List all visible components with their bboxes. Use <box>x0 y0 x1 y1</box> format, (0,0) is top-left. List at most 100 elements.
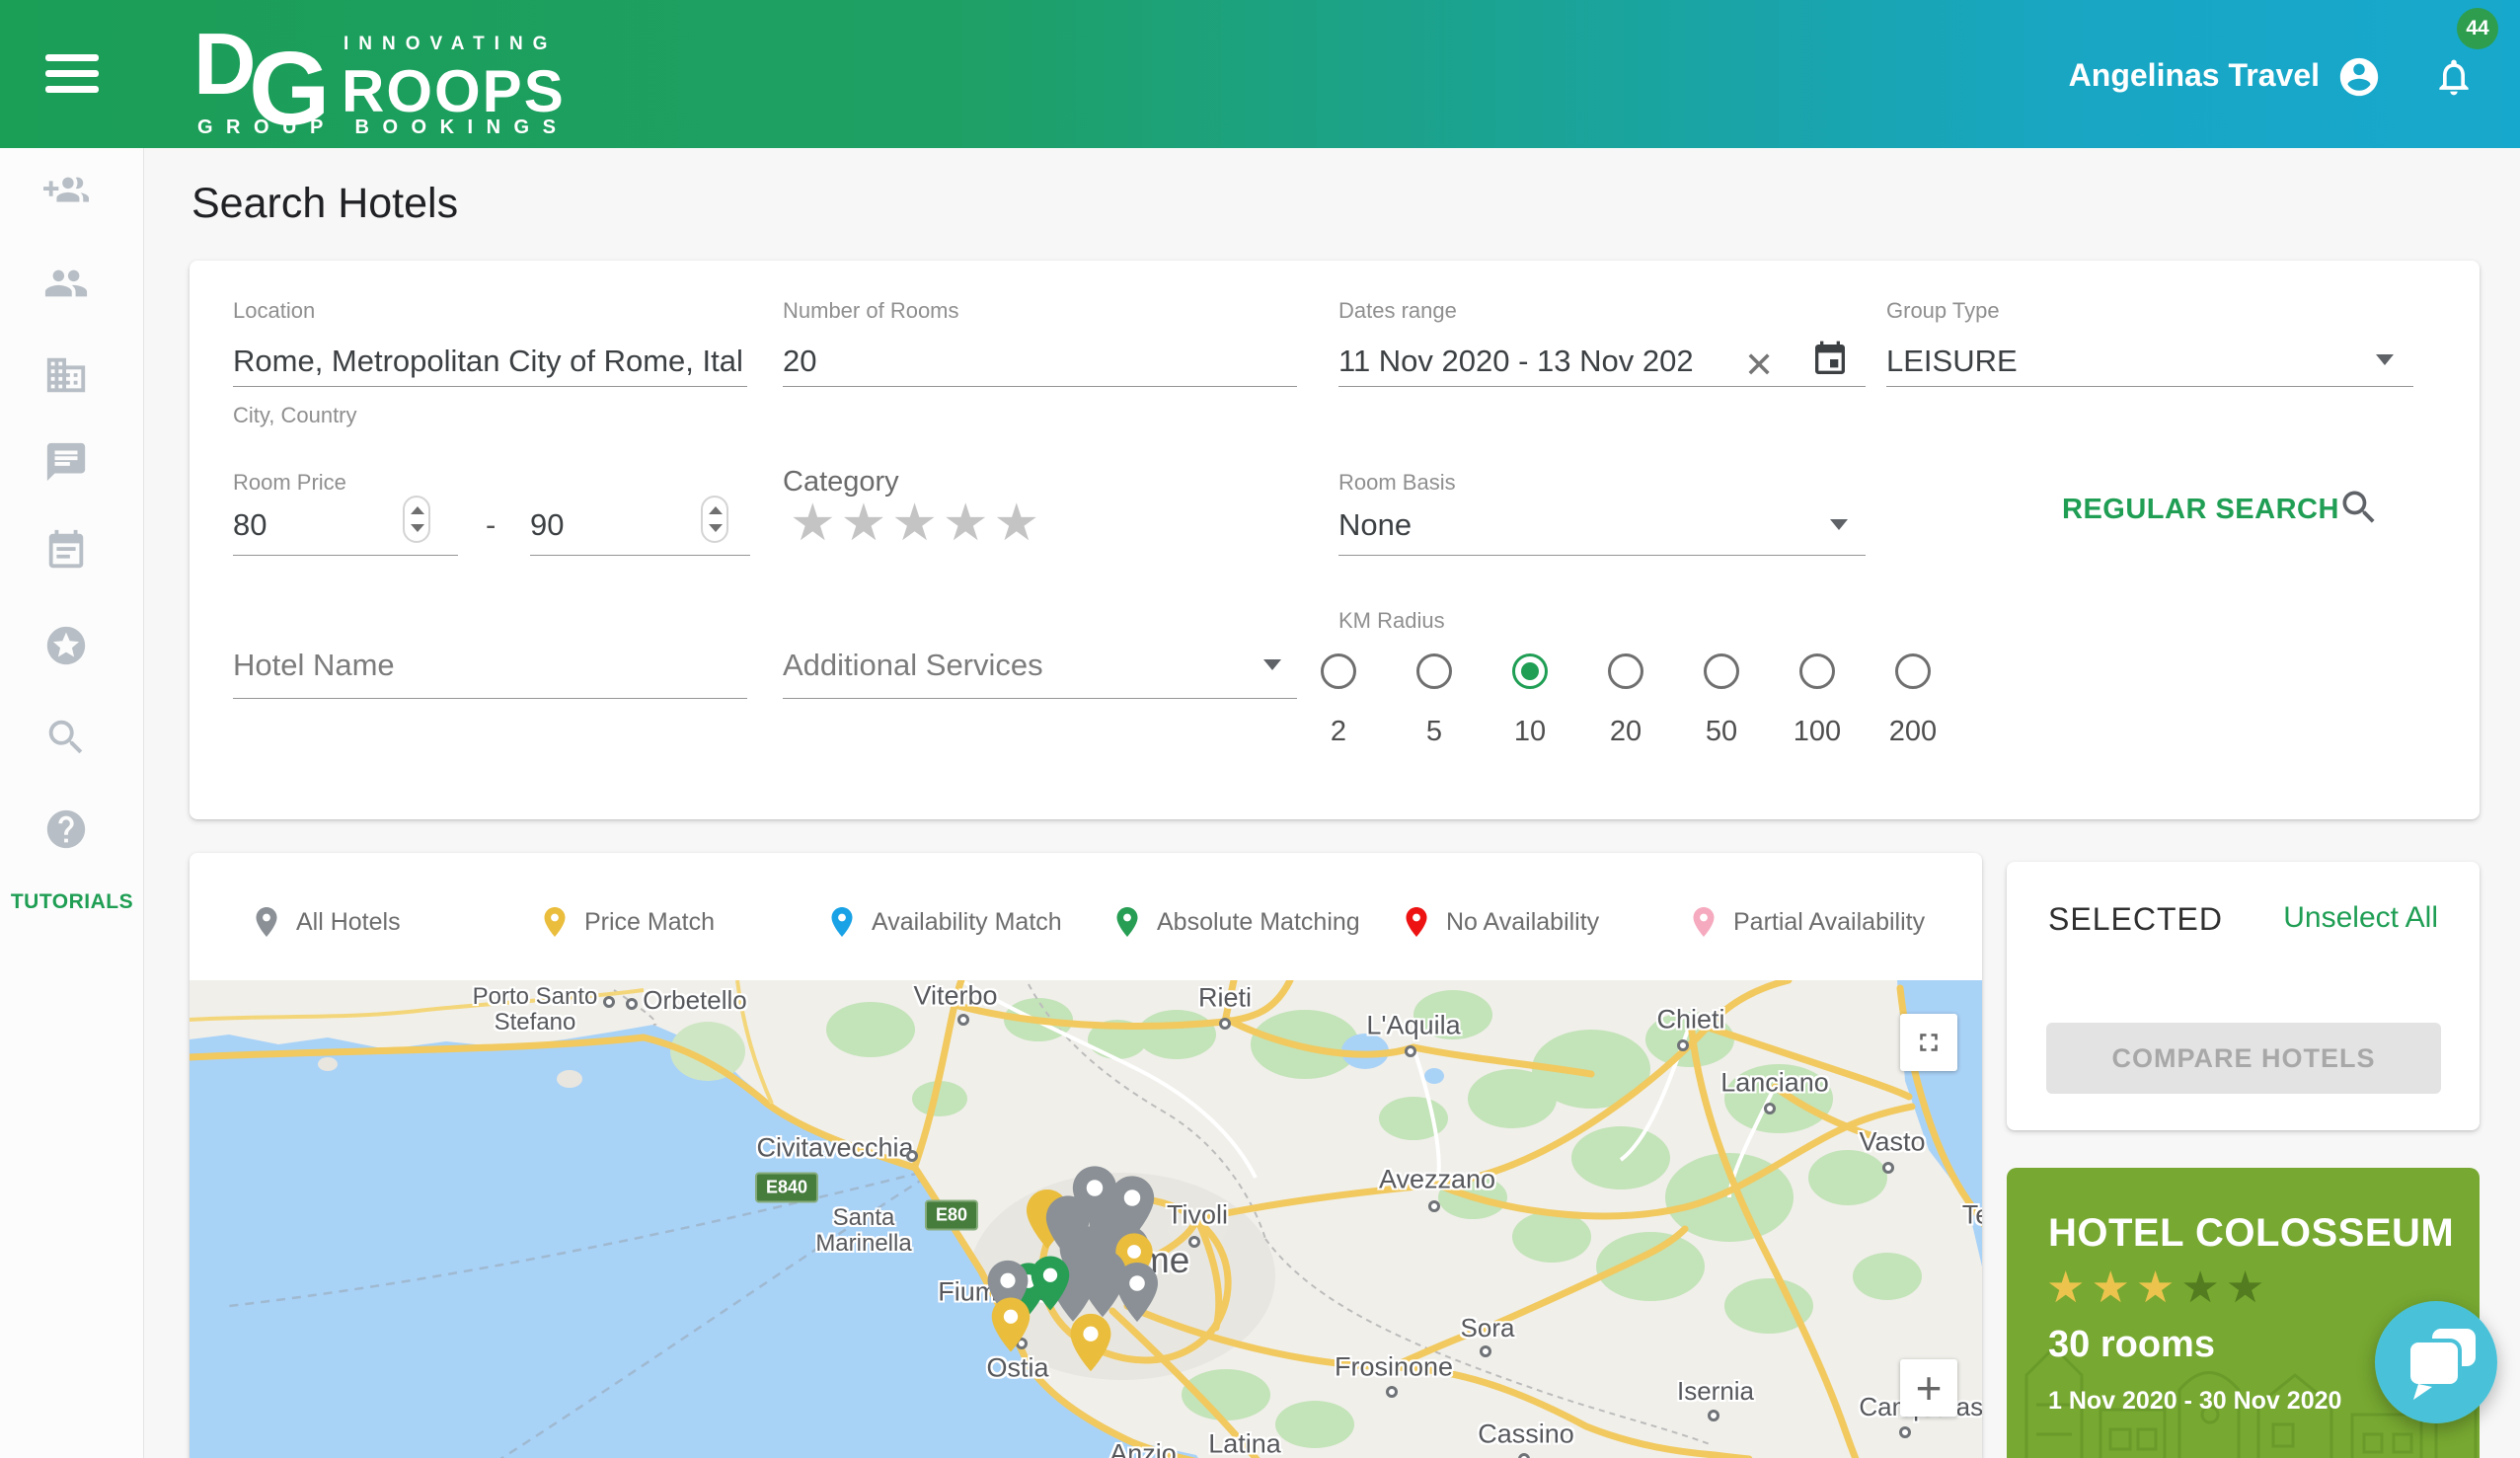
hotel-name-input[interactable]: Hotel Name <box>233 648 395 683</box>
calendar-picker-icon[interactable] <box>1810 340 1850 381</box>
regular-search-button[interactable]: REGULAR SEARCH <box>2062 494 2339 526</box>
hotel-pin-yellow[interactable] <box>1056 1308 1125 1382</box>
messages-icon[interactable] <box>43 439 89 485</box>
radio-label: 20 <box>1578 716 1673 748</box>
location-helper: City, Country <box>233 403 357 428</box>
dates-input[interactable]: 11 Nov 2020 - 13 Nov 202 <box>1338 344 1694 379</box>
legend-item-blue-pin: Availability Match <box>824 896 1062 948</box>
selected-panel: SELECTED Unselect All COMPARE HOTELS <box>2007 862 2480 1130</box>
km-radius-label: KM Radius <box>1338 608 1445 634</box>
hotel-rooms: 30 rooms <box>2048 1324 2215 1366</box>
app-header: D G INNOVATING ROOPS GROUP BOOKINGS Ange… <box>0 0 2520 148</box>
km-radius-option-10[interactable]: 10 <box>1483 653 1577 748</box>
star-dark-icon: ★ <box>2226 1264 2270 1312</box>
location-input[interactable]: Rome, Metropolitan City of Rome, Ital <box>233 344 743 379</box>
logo-letter-d: D <box>193 14 253 115</box>
chat-widget-button[interactable] <box>2375 1301 2497 1423</box>
radio-icon[interactable] <box>1608 653 1643 689</box>
price-min-stepper[interactable] <box>403 496 430 543</box>
menu-icon[interactable] <box>45 54 99 96</box>
group-type-select[interactable]: LEISURE <box>1886 344 2018 379</box>
km-radius-option-100[interactable]: 100 <box>1770 653 1865 748</box>
star-gold-icon: ★ <box>2046 1264 2091 1312</box>
help-icon[interactable] <box>43 806 89 852</box>
radio-label: 2 <box>1291 716 1386 748</box>
map-zoom-in-button[interactable]: + <box>1900 1359 1957 1417</box>
additional-services-arrow-icon[interactable] <box>1263 659 1281 670</box>
group-type-label: Group Type <box>1886 298 2000 324</box>
legend-item-red-pin: No Availability <box>1399 896 1599 948</box>
map-card: All Hotels Price Match Availability Matc… <box>190 853 1982 1458</box>
category-star-icon[interactable]: ★ <box>943 495 989 552</box>
star-gold-icon: ★ <box>2091 1264 2135 1312</box>
radio-icon[interactable] <box>1416 653 1452 689</box>
rooms-label: Number of Rooms <box>783 298 959 324</box>
notifications-bell-icon[interactable] <box>2432 55 2476 99</box>
legend-label: All Hotels <box>296 908 401 937</box>
km-radius-option-50[interactable]: 50 <box>1674 653 1769 748</box>
page-title: Search Hotels <box>191 180 458 228</box>
legend-item-gray-pin: All Hotels <box>249 896 401 948</box>
hotels-icon[interactable] <box>43 352 89 398</box>
regular-search-magnifier-ic[interactable] <box>2337 486 2381 529</box>
radio-icon[interactable] <box>1704 653 1739 689</box>
room-price-max-input[interactable]: 90 <box>530 507 564 543</box>
star-dark-icon: ★ <box>2180 1264 2225 1312</box>
map[interactable]: Porto SantoStefanoOrbetelloViterboRietiL… <box>190 980 1982 1458</box>
category-star-icon[interactable]: ★ <box>891 495 938 552</box>
hotel-pin-yellow[interactable] <box>978 1292 1043 1362</box>
room-price-min-input[interactable]: 80 <box>233 507 267 543</box>
category-star-icon[interactable]: ★ <box>994 495 1040 552</box>
radio-icon[interactable] <box>1895 653 1931 689</box>
radio-label: 200 <box>1866 716 1960 748</box>
logo-innovating-text: INNOVATING <box>344 34 557 55</box>
search-form-card: Location Rome, Metropolitan City of Rome… <box>190 261 2480 819</box>
category-star-icon[interactable]: ★ <box>790 495 836 552</box>
groups-icon[interactable] <box>43 261 89 306</box>
price-max-stepper[interactable] <box>701 496 728 543</box>
category-star-icon[interactable]: ★ <box>841 495 887 552</box>
legend-item-yellow-pin: Price Match <box>537 896 715 948</box>
clear-dates-icon[interactable]: ✕ <box>1744 347 1774 383</box>
hotel-star-rating: ★★★★★ <box>2046 1263 2270 1313</box>
radio-label: 10 <box>1483 716 1577 748</box>
radio-label: 50 <box>1674 716 1769 748</box>
radio-icon[interactable] <box>1512 653 1548 689</box>
radio-icon[interactable] <box>1321 653 1356 689</box>
compare-hotels-button[interactable]: COMPARE HOTELS <box>2046 1023 2441 1094</box>
room-basis-arrow-icon[interactable] <box>1830 519 1848 530</box>
legend-label: Price Match <box>584 908 715 937</box>
favorites-star-icon[interactable] <box>43 623 89 668</box>
account-name[interactable]: Angelinas Travel <box>1974 57 2320 94</box>
calendar-icon[interactable] <box>43 528 89 574</box>
radio-label: 100 <box>1770 716 1865 748</box>
unselect-all-button[interactable]: Unselect All <box>2283 901 2438 935</box>
search-icon[interactable] <box>43 715 89 760</box>
account-icon[interactable] <box>2336 54 2382 100</box>
room-basis-select[interactable]: None <box>1338 507 1412 543</box>
rooms-input[interactable]: 20 <box>783 344 816 379</box>
km-radius-option-20[interactable]: 20 <box>1578 653 1673 748</box>
group-type-arrow-icon[interactable] <box>2376 354 2394 365</box>
price-separator: - <box>486 507 496 543</box>
sidebar-item-tutorials[interactable]: TUTORIALS <box>0 890 144 914</box>
radio-icon[interactable] <box>1799 653 1835 689</box>
km-radius-option-2[interactable]: 2 <box>1291 653 1386 748</box>
additional-services-select[interactable]: Additional Services <box>783 648 1043 683</box>
hotel-name: HOTEL COLOSSEUM <box>2048 1211 2454 1256</box>
add-group-icon[interactable] <box>43 168 89 213</box>
sidebar: TUTORIALS <box>0 148 144 1458</box>
notification-count-badge: 44 <box>2457 8 2498 49</box>
legend-label: Partial Availability <box>1733 908 1925 937</box>
category-star-rating[interactable]: ★★★★★ <box>790 494 1044 553</box>
map-fullscreen-button[interactable] <box>1900 1014 1957 1071</box>
dates-label: Dates range <box>1338 298 1457 324</box>
km-radius-option-200[interactable]: 200 <box>1866 653 1960 748</box>
brand-logo: D G INNOVATING ROOPS GROUP BOOKINGS <box>193 12 618 138</box>
km-radius-option-5[interactable]: 5 <box>1387 653 1482 748</box>
selected-title: SELECTED <box>2048 901 2223 938</box>
map-pins <box>190 980 1982 1458</box>
hotel-dates: 1 Nov 2020 - 30 Nov 2020 <box>2048 1387 2341 1416</box>
legend-label: No Availability <box>1446 908 1599 937</box>
room-price-label: Room Price <box>233 470 346 496</box>
